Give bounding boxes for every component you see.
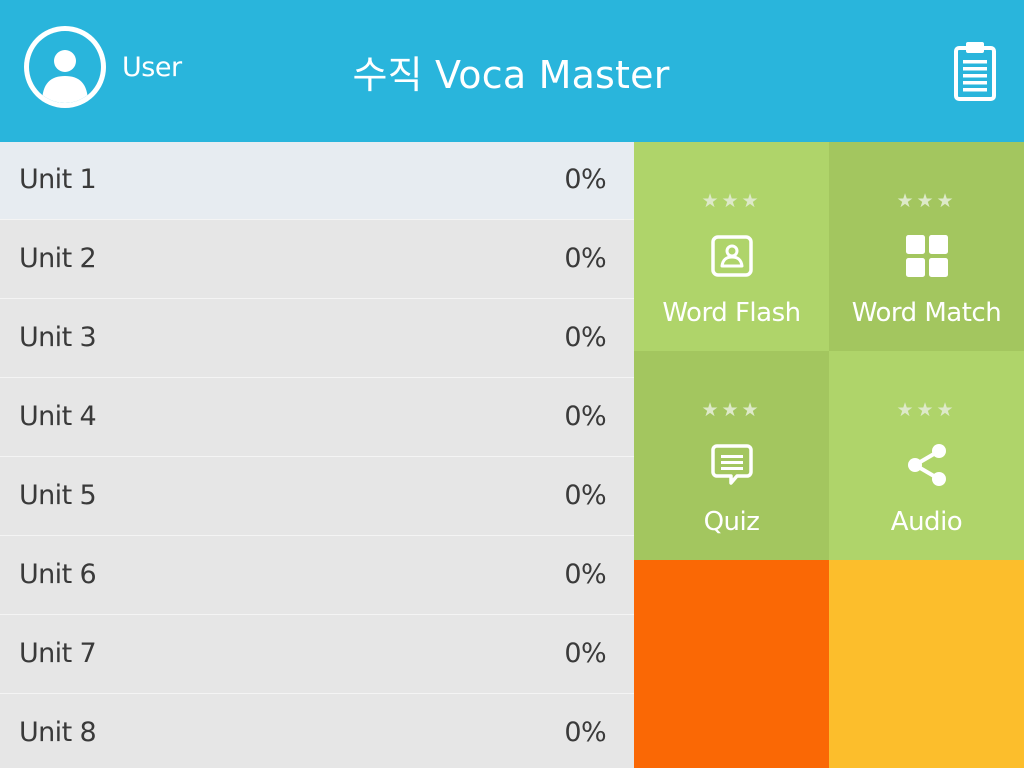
- word-flash-stars: ★★★: [701, 190, 762, 212]
- unit-row-4[interactable]: Unit 4 0%: [0, 379, 634, 457]
- unit-row-8[interactable]: Unit 8 0%: [0, 695, 634, 768]
- unit-row-1[interactable]: Unit 1 0%: [0, 142, 634, 220]
- yellow-tile[interactable]: [829, 560, 1024, 768]
- app-title: 수직 Voca Master: [0, 44, 1024, 99]
- quiz-label: Quiz: [703, 507, 760, 537]
- word-match-tile[interactable]: ★★★ Word Match: [829, 142, 1024, 351]
- unit-progress: 0%: [564, 243, 606, 274]
- unit-label: Unit 8: [19, 717, 97, 748]
- share-icon: [905, 443, 949, 487]
- unit-progress: 0%: [564, 717, 606, 748]
- audio-label: Audio: [890, 507, 963, 537]
- unit-progress: 0%: [564, 559, 606, 590]
- app-title-text: 수직 Voca Master: [352, 53, 670, 97]
- word-flash-tile[interactable]: ★★★ Word Flash: [634, 142, 829, 351]
- word-match-label: Word Match: [851, 298, 1002, 328]
- orange-tile[interactable]: [634, 560, 829, 768]
- contact-card-icon: [710, 234, 754, 278]
- word-flash-label: Word Flash: [662, 298, 801, 328]
- unit-row-5[interactable]: Unit 5 0%: [0, 458, 634, 536]
- unit-progress: 0%: [564, 322, 606, 353]
- unit-progress: 0%: [564, 480, 606, 511]
- unit-row-7[interactable]: Unit 7 0%: [0, 616, 634, 694]
- unit-label: Unit 3: [19, 322, 97, 353]
- grid-icon: [905, 234, 949, 278]
- unit-progress: 0%: [564, 164, 606, 195]
- unit-progress: 0%: [564, 401, 606, 432]
- header-bar: User 수직 Voca Master: [0, 0, 1024, 142]
- unit-label: Unit 4: [19, 401, 97, 432]
- quiz-stars: ★★★: [701, 399, 762, 421]
- word-match-stars: ★★★: [896, 190, 957, 212]
- unit-row-3[interactable]: Unit 3 0%: [0, 300, 634, 378]
- unit-label: Unit 2: [19, 243, 97, 274]
- unit-progress: 0%: [564, 638, 606, 669]
- unit-label: Unit 5: [19, 480, 97, 511]
- audio-tile[interactable]: ★★★ Audio: [829, 351, 1024, 560]
- unit-label: Unit 1: [19, 164, 97, 195]
- unit-label: Unit 6: [19, 559, 97, 590]
- quiz-tile[interactable]: ★★★ Quiz: [634, 351, 829, 560]
- chat-bubble-icon: [710, 443, 754, 487]
- audio-stars: ★★★: [896, 399, 957, 421]
- unit-label: Unit 7: [19, 638, 97, 669]
- unit-row-2[interactable]: Unit 2 0%: [0, 221, 634, 299]
- unit-row-6[interactable]: Unit 6 0%: [0, 537, 634, 615]
- clipboard-icon[interactable]: [950, 40, 1000, 102]
- unit-list: Unit 1 0% Unit 2 0% Unit 3 0% Unit 4 0% …: [0, 142, 634, 768]
